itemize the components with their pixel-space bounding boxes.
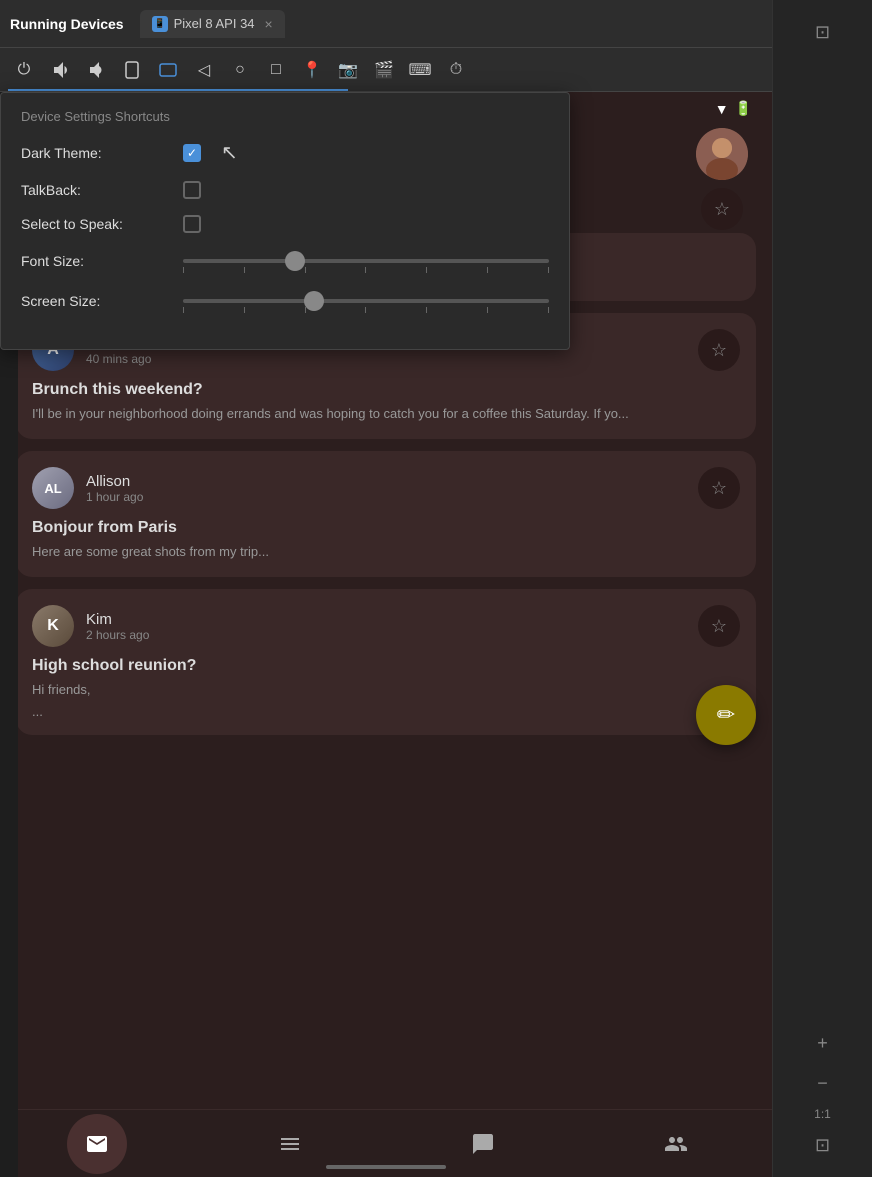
home-btn[interactable]: ○ [224,54,256,86]
location-btn[interactable]: 📍 [296,54,328,86]
talkback-label: TalkBack: [21,182,171,198]
tick [244,267,245,273]
tab-close-btn[interactable]: × [265,16,273,32]
meet-tab[interactable] [646,1114,706,1174]
rotate-portrait-btn[interactable] [116,54,148,86]
allison-avatar: AL [32,467,74,509]
font-size-slider[interactable] [183,249,549,273]
toolbar-indicator-bar [8,89,348,91]
screen-options-btn[interactable]: ⊡ [807,1129,839,1161]
zoom-label: 1:1 [814,1107,831,1121]
email-header-kim: K Kim 2 hours ago ☆ [32,605,740,647]
tick [244,307,245,313]
tab-label: Pixel 8 API 34 [174,16,255,31]
select-to-speak-checkbox[interactable] [183,215,201,233]
select-to-speak-label: Select to Speak: [21,216,171,232]
kim-avatar: K [32,605,74,647]
screen-size-label: Screen Size: [21,293,171,309]
tick [487,267,488,273]
allison-subject: Bonjour from Paris [32,519,740,537]
volume-up-btn[interactable] [80,54,112,86]
tick [426,267,427,273]
chat-tab[interactable] [453,1114,513,1174]
volume-down-btn[interactable] [44,54,76,86]
tick [365,307,366,313]
screen-size-slider[interactable] [183,289,549,313]
mirror-display-btn[interactable]: ⊡ [807,16,839,48]
battery-icon: 🔋 [735,100,752,117]
dark-theme-checkbox[interactable] [183,144,201,162]
settings-overlay: Device Settings Shortcuts Dark Theme: ↖ … [0,92,570,350]
top-bar: Running Devices 📱 Pixel 8 API 34 × [0,0,872,48]
allison-time: 1 hour ago [86,490,686,504]
toolbar: ⏻ ◁ ○ □ 📍 📷 🎬 ⌨ ⏱ ⊡ ✓ [0,48,872,92]
email-card-kim[interactable]: K Kim 2 hours ago ☆ High school reunion?… [16,589,756,734]
screen-size-row: Screen Size: [21,289,549,313]
kim-name: Kim [86,611,686,628]
keyboard-btn[interactable]: ⌨ [404,54,436,86]
right-panel: ⊡ + − 1:1 ⊡ [772,0,872,1177]
tick [365,267,366,273]
top-right-controls: ☆ [696,128,748,230]
timer-btn[interactable]: ⏱ [440,54,472,86]
tab-device-icon: 📱 [152,16,168,32]
inbox-tab[interactable] [67,1114,127,1174]
settings-title: Device Settings Shortcuts [21,109,549,124]
tick [487,307,488,313]
rotate-landscape-btn[interactable] [152,54,184,86]
recents-btn[interactable]: □ [260,54,292,86]
home-indicator [326,1165,446,1169]
talkback-row: TalkBack: [21,181,549,199]
kim-time: 2 hours ago [86,628,686,642]
allison-name: Allison [86,473,686,490]
device-tab[interactable]: 📱 Pixel 8 API 34 × [140,10,285,38]
allison-preview: Here are some great shots from my trip..… [32,543,740,561]
kim-sender-info: Kim 2 hours ago [86,611,686,642]
tick [183,307,184,313]
email-header-allison: AL Allison 1 hour ago ☆ [32,467,740,509]
ali-time: 40 mins ago [86,352,686,366]
screenshot-btn[interactable]: 📷 [332,54,364,86]
ali-preview: I'll be in your neighborhood doing erran… [32,405,740,423]
tick [548,267,549,273]
font-size-label: Font Size: [21,253,171,269]
kim-subject: High school reunion? [32,657,740,675]
cursor-indicator: ↖ [221,140,238,165]
zoom-in-btn[interactable]: + [807,1027,839,1059]
tick [183,267,184,273]
main-avatar [696,128,748,180]
dark-theme-label: Dark Theme: [21,145,171,161]
ali-subject: Brunch this weekend? [32,381,740,399]
screen-size-track [183,299,549,303]
talkback-checkbox[interactable] [183,181,201,199]
font-size-row: Font Size: [21,249,549,273]
wifi-icon: ▼ [715,101,729,117]
allison-star-btn[interactable]: ☆ [698,467,740,509]
tick [426,307,427,313]
kim-ellipsis: ... [32,704,740,719]
compose-fab[interactable]: ✏ [696,685,756,745]
allison-sender-info: Allison 1 hour ago [86,473,686,504]
select-to-speak-row: Select to Speak: [21,215,549,233]
articles-tab[interactable] [260,1114,320,1174]
toolbar-indicator [0,89,872,91]
back-btn[interactable]: ◁ [188,54,220,86]
font-size-track [183,259,549,263]
kim-star-btn[interactable]: ☆ [698,605,740,647]
email-card-allison[interactable]: AL Allison 1 hour ago ☆ Bonjour from Par… [16,451,756,577]
record-btn[interactable]: 🎬 [368,54,400,86]
tick [305,267,306,273]
kim-preview: Hi friends, [32,681,740,699]
power-btn[interactable]: ⏻ [8,54,40,86]
tick [305,307,306,313]
dark-theme-row: Dark Theme: ↖ [21,140,549,165]
tick [548,307,549,313]
top-star-btn[interactable]: ☆ [701,188,743,230]
ali-star-btn[interactable]: ☆ [698,329,740,371]
app-title: Running Devices [10,16,124,32]
zoom-out-btn[interactable]: − [807,1067,839,1099]
